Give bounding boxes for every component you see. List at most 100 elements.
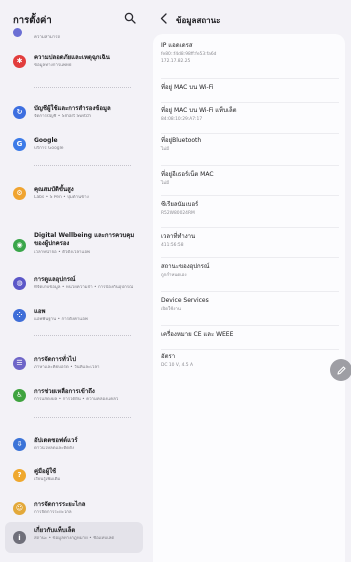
settings-item-icon: i (13, 531, 26, 544)
settings-item-sub: การแสดงผล • การได้ยิน • ความคล่องแคล่ว (34, 397, 119, 402)
settings-item-icon: ? (13, 468, 26, 482)
back-arrow-icon[interactable] (160, 13, 168, 24)
status-row-label: ซีเรียลนัมเบอร์ (161, 201, 199, 208)
status-row-label: ที่อยู่Bluetooth (161, 137, 202, 144)
settings-item[interactable]: i เกี่ยวกับแท็บเล็ต สถานะ • ข้อมูลทางกฎหมา… (5, 522, 143, 553)
status-row-label: สถานะของอุปกรณ์ (161, 263, 210, 270)
settings-item-sub: ที่จัดเก็บข้อมูล • หน่วยความจำ • การป้อง… (34, 285, 134, 290)
settings-list-pane: การตั้งค่า ความสามารถ ✱ ความปลอดภัยและเหต… (0, 0, 147, 562)
settings-item[interactable]: ⇩ อัปเดตซอฟต์แวร์ ดาวน์โหลดและติดตั้ง (5, 432, 143, 456)
settings-title: การตั้งค่า (13, 15, 52, 26)
settings-item-title: แอพ (34, 308, 46, 315)
status-row: สถานะของอุปกรณ์ถูกกำหนดเอง (153, 261, 345, 292)
status-row-label: อัตรา (161, 353, 176, 360)
settings-item[interactable]: ☰ การจัดการทั่วไปภาษาและคีย์บอร์ด • วันที… (5, 351, 143, 375)
settings-header: การตั้งค่า (0, 0, 147, 36)
status-row-divider (161, 78, 339, 79)
status-row-label: ที่อยู่ MAC บน Wi-Fi แท็บเล็ต (161, 107, 237, 114)
settings-item-title: การดูแลอุปกรณ์ (34, 276, 76, 283)
settings-item[interactable]: ☺ การจัดการระยะไกล การจัดการระยะไกล (5, 496, 143, 520)
status-header: ข้อมูลสถานะ (153, 0, 351, 36)
settings-item[interactable]: ? คู่มือผู้ใช้ เรียนรู้เพิ่มเติม (5, 463, 143, 487)
settings-item[interactable]: ⚙ คุณสมบัติขั้นสูง Labs • S Pen • ปุ่มด้าน… (5, 181, 143, 205)
status-row-divider (161, 227, 339, 228)
settings-item[interactable]: ♿ การช่วยเหลือการเข้าถึงการแสดงผล • การได… (5, 383, 143, 407)
search-icon[interactable] (124, 12, 136, 24)
status-row-value: R52W80024RM (161, 211, 195, 216)
status-row: เวลาที่ทำงาน 411:56:58 (153, 231, 345, 258)
status-row-value: ไม่มี (161, 181, 169, 186)
settings-item[interactable]: ✱ ความปลอดภัยและเหตุฉุกเฉินข้อมูลทางการแพ… (5, 49, 143, 73)
list-divider (34, 165, 131, 166)
status-row-label: เวลาที่ทำงาน (161, 233, 196, 240)
status-row: อัตรา DC 10 V, 4.5 A (153, 351, 345, 377)
settings-item-icon: ☺ (13, 501, 26, 515)
settings-item[interactable]: ◍ การดูแลอุปกรณ์ที่จัดเก็บข้อมูล • หน่วยค… (5, 271, 143, 295)
status-row-divider (161, 325, 339, 326)
status-row[interactable]: เครื่องหมาย CE และ WEEE (153, 329, 345, 350)
settings-item-title: การช่วยเหลือการเข้าถึง (34, 388, 95, 395)
status-row-value: ไม่มี (161, 147, 169, 152)
status-row: ซีเรียลนัมเบอร์ R52W80024RM (153, 199, 345, 228)
status-row-value: 84:08:10:29:A7:17 (161, 117, 203, 122)
status-row-label: IP แอดเดรส (161, 42, 193, 49)
settings-item[interactable]: ⁘ แอพ แอพพื้นฐาน • การตั้งค่าแอพ (5, 303, 143, 327)
status-row-label: Device Services (161, 297, 209, 304)
settings-item-sub: การจัดการระยะไกล (34, 510, 72, 515)
settings-item-icon: ♿ (13, 388, 26, 402)
settings-item-title: อัปเดตซอฟต์แวร์ (34, 437, 78, 444)
settings-item-title: การจัดการระยะไกล (34, 501, 86, 508)
settings-item-title: ความปลอดภัยและเหตุฉุกเฉิน (34, 54, 110, 61)
status-row-value: 411:56:58 (161, 243, 184, 248)
settings-item[interactable]: ◉ Digital Wellbeing และการควบคุมของผู้ปกค… (5, 230, 143, 260)
settings-item-icon: ↻ (13, 105, 26, 119)
status-row: IP แอดเดรสfe80::f4d8:98ff:fe53:fa6d 172.1… (153, 40, 345, 79)
accessibility-partial-icon (13, 28, 22, 37)
settings-item[interactable]: ↻ บัญชีผู้ใช้และการสำรองข้อมูลจัดการบัญชี… (5, 100, 143, 124)
status-row-divider (161, 349, 339, 350)
status-row-value: fe80::f4d8:98ff:fe53:fa6d (161, 52, 217, 57)
status-row-value: ถูกกำหนดเอง (161, 273, 187, 278)
settings-item-sub: บริการ Google (34, 146, 64, 151)
list-divider (34, 335, 131, 336)
settings-item-icon: ⚙ (13, 186, 26, 200)
partial-item-sub: ความสามารถ (34, 35, 61, 40)
settings-item-sub: แอพพื้นฐาน • การตั้งค่าแอพ (34, 317, 88, 322)
settings-item-title: คุณสมบัติขั้นสูง (34, 186, 74, 193)
status-row-divider (161, 133, 339, 134)
settings-item-sub: สถานะ • ข้อมูลทางกฎหมาย • ชื่อแท็บเล็ต (34, 536, 115, 541)
list-divider (34, 87, 131, 88)
status-row-divider (161, 257, 339, 258)
settings-item-sub: เวลาหน้าจอ • ตัวตั้งเวลาแอพ (34, 250, 90, 255)
settings-item-title: บัญชีผู้ใช้และการสำรองข้อมูล (34, 105, 111, 112)
settings-item-title: การจัดการทั่วไป (34, 356, 77, 363)
settings-item-icon: ✱ (13, 54, 26, 68)
settings-item-title: Digital Wellbeing และการควบคุมของผู้ปกคร… (34, 232, 135, 247)
edit-button[interactable] (330, 359, 351, 381)
settings-item-sub: ข้อมูลทางการแพทย์ (34, 63, 72, 68)
status-row: ที่อยู่ MAC บน Wi-Fi แท็บเล็ต 84:08:10:29… (153, 105, 345, 134)
status-row-value: 172.17.82.25 (161, 58, 191, 64)
status-row-value: DC 10 V, 4.5 A (161, 363, 194, 368)
settings-item-title: Google (34, 137, 58, 144)
settings-item-icon: ◍ (13, 276, 26, 290)
status-card: IP แอดเดรสfe80::f4d8:98ff:fe53:fa6d 172.1… (153, 34, 345, 562)
settings-item-icon: G (13, 137, 26, 151)
status-row: ที่อยู่Bluetooth ไม่มี (153, 135, 345, 166)
status-row-divider (161, 291, 339, 292)
settings-item-sub: จัดการบัญชี • Smart Switch (34, 114, 91, 119)
status-row[interactable]: Device Services เปิดใช้งาน (153, 295, 345, 326)
settings-item-sub: ภาษาและคีย์บอร์ด • วันที่และเวลา (34, 365, 100, 370)
settings-item-icon: ☰ (13, 356, 26, 370)
list-divider (34, 417, 131, 418)
status-row-label: เครื่องหมาย CE และ WEEE (161, 331, 234, 338)
status-row-label: ที่อยู่ MAC บน Wi-Fi (161, 84, 214, 91)
settings-item-sub: Labs • S Pen • ปุ่มด้านข้าง (34, 195, 89, 200)
settings-item[interactable]: G Google บริการ Google (5, 132, 143, 156)
status-row: ที่อยู่อีเธอร์เน็ต MAC ไม่มี (153, 169, 345, 196)
status-row-value: เปิดใช้งาน (161, 307, 181, 312)
status-row-divider (161, 102, 339, 103)
settings-item-icon: ◉ (13, 238, 26, 252)
status-row-divider (161, 195, 339, 196)
status-row-label: ที่อยู่อีเธอร์เน็ต MAC (161, 171, 214, 178)
